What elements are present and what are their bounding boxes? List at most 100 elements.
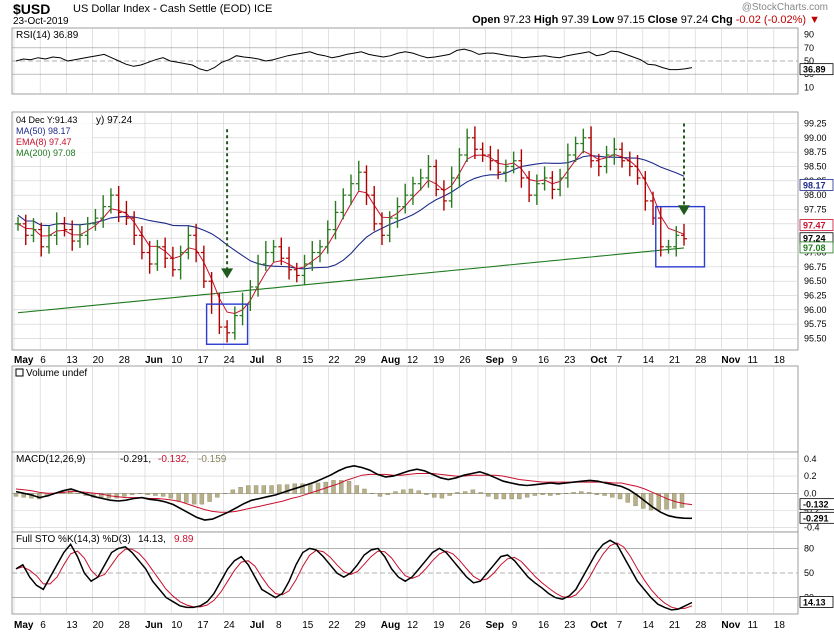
- macd-histogram-bar: [168, 493, 174, 499]
- macd-histogram-bar: [594, 493, 600, 495]
- macd-histogram-bar: [153, 493, 158, 496]
- macd-histogram-bar: [416, 490, 421, 494]
- macd-histogram-bar: [486, 493, 491, 497]
- x-axis-bottom-label: 26: [459, 620, 471, 631]
- macd-tick-label: 0.4: [804, 454, 817, 464]
- x-axis-label: 28: [695, 355, 707, 366]
- x-axis-bottom-label: 8: [276, 620, 282, 631]
- x-axis-label: 6: [40, 355, 46, 366]
- x-axis-bottom-label: 22: [328, 620, 340, 631]
- sto-label: Full STO %K(14,3) %D(3): [16, 534, 131, 545]
- x-axis-bottom-label: 17: [197, 620, 209, 631]
- x-axis-bottom-label: 11: [748, 620, 759, 631]
- x-axis-label: 26: [459, 355, 471, 366]
- rsi-last-tag: 36.89: [803, 65, 826, 75]
- x-axis-label: 20: [93, 355, 105, 366]
- macd-histogram-bar: [346, 481, 352, 494]
- rsi-tick-label: 70: [804, 43, 814, 53]
- price-tick-label: 96.00: [804, 305, 827, 315]
- x-axis-bottom-label: Aug: [381, 620, 400, 631]
- macd-histogram-bar: [393, 491, 398, 494]
- macd-histogram-bar: [548, 493, 553, 496]
- x-axis-bottom-label: Nov: [721, 620, 740, 631]
- x-axis-bottom-label: 21: [669, 620, 681, 631]
- legend-close: y) 97.24: [96, 115, 133, 126]
- x-axis-label: Jul: [250, 355, 265, 366]
- price-tick-label: 96.50: [804, 276, 827, 286]
- price-tick-label: 98.75: [804, 147, 827, 157]
- price-tag: 97.08: [803, 243, 826, 253]
- macd-tag: -0.291: [803, 513, 829, 523]
- macd-histogram-bar: [455, 492, 460, 494]
- x-axis-label: 24: [224, 355, 236, 366]
- macd-histogram-bar: [261, 485, 267, 494]
- price-tag: 98.17: [803, 180, 826, 190]
- macd-histogram-bar: [207, 493, 212, 502]
- x-axis-label: 13: [66, 355, 78, 366]
- x-axis-label: 15: [302, 355, 314, 366]
- x-axis-bottom-label: Jun: [145, 620, 163, 631]
- macd-histogram-bar: [424, 493, 429, 495]
- x-axis-label: Jun: [145, 355, 163, 366]
- macd-histogram-bar: [462, 491, 468, 494]
- macd-histogram-bar: [555, 493, 561, 495]
- macd-histogram-bar: [370, 493, 375, 494]
- x-axis-bottom-label: 19: [433, 620, 445, 631]
- macd-histogram-bar: [586, 492, 592, 494]
- macd-histogram-value: -0.159: [198, 454, 227, 465]
- price-tick-label: 99.00: [804, 133, 827, 143]
- price-tick-label: 95.50: [804, 334, 827, 344]
- price-tick-label: 96.25: [804, 291, 827, 301]
- x-axis-bottom-label: 24: [224, 620, 236, 631]
- macd-histogram-bar: [501, 493, 507, 500]
- macd-histogram-bar: [563, 493, 569, 494]
- macd-histogram-bar: [610, 493, 615, 498]
- macd-histogram-bar: [517, 493, 522, 500]
- macd-label: MACD(12,26,9): [16, 454, 85, 465]
- macd-histogram-bar: [191, 493, 197, 505]
- x-axis-label: 11: [748, 355, 759, 366]
- macd-histogram-bar: [524, 493, 530, 498]
- macd-histogram-bar: [13, 493, 19, 497]
- macd-histogram-bar: [579, 491, 584, 494]
- x-axis-label: 28: [119, 355, 131, 366]
- x-axis-label: 16: [538, 355, 550, 366]
- macd-histogram-bar: [408, 488, 414, 494]
- x-axis-bottom-label: 28: [119, 620, 131, 631]
- x-axis-bottom-label: 6: [40, 620, 46, 631]
- sto-d-value: 9.89: [174, 534, 194, 545]
- x-axis-label: 8: [276, 355, 282, 366]
- macd-histogram-bar: [439, 493, 445, 499]
- macd-histogram-bar: [679, 493, 685, 508]
- macd-histogram-bar: [625, 493, 630, 503]
- macd-histogram-bar: [401, 489, 406, 494]
- x-axis-label: 19: [433, 355, 445, 366]
- x-axis-label: Oct: [590, 355, 607, 366]
- sto-k-value: 14.13,: [138, 534, 166, 545]
- macd-histogram-bar: [160, 493, 166, 497]
- macd-histogram-bar: [354, 485, 359, 494]
- x-axis-bottom-label: 9: [512, 620, 518, 631]
- macd-histogram-bar: [571, 492, 576, 494]
- sto-tick-label: 50: [804, 568, 814, 578]
- price-tick-label: 98.50: [804, 161, 827, 171]
- rsi-tick-label: 90: [804, 30, 814, 40]
- macd-histogram-bar: [215, 493, 220, 498]
- macd-histogram-bar: [114, 493, 119, 499]
- x-axis-label: 9: [512, 355, 518, 366]
- x-axis-bottom-label: Oct: [590, 620, 607, 631]
- macd-histogram-bar: [253, 485, 259, 494]
- x-axis-label: 7: [617, 355, 623, 366]
- x-axis-label: Aug: [381, 355, 400, 366]
- rsi-label: RSI(14) 36.89: [16, 30, 79, 41]
- macd-histogram-bar: [75, 493, 81, 494]
- macd-histogram-bar: [145, 493, 150, 495]
- macd-histogram-bar: [532, 493, 538, 496]
- legend-entry: EMA(8) 97.47: [16, 137, 72, 147]
- x-axis-bottom-label: 14: [643, 620, 655, 631]
- macd-histogram-bar: [617, 493, 623, 500]
- macd-histogram-bar: [470, 489, 476, 494]
- panel-price: [11, 111, 799, 351]
- price-tick-label: 97.75: [804, 204, 827, 214]
- price-tick-label: 96.75: [804, 262, 827, 272]
